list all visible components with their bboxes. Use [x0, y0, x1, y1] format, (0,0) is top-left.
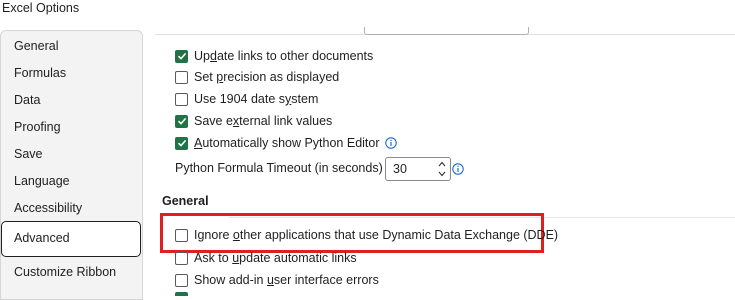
- sidebar-item-general[interactable]: General: [14, 39, 58, 53]
- show-addin-errors-checkbox[interactable]: [175, 273, 188, 287]
- sidebar-item-data[interactable]: Data: [14, 93, 40, 107]
- sidebar-item-formulas[interactable]: Formulas: [14, 66, 66, 80]
- python-timeout-label: Python Formula Timeout (in seconds): [175, 161, 383, 175]
- sidebar-item-proofing[interactable]: Proofing: [14, 120, 61, 134]
- save-external-links-option[interactable]: Save external link values: [175, 113, 332, 129]
- ask-update-links-option[interactable]: Ask to update automatic links: [175, 250, 357, 266]
- spinner-arrows-icon[interactable]: [437, 159, 447, 179]
- show-addin-errors-option[interactable]: Show add-in user interface errors: [175, 272, 379, 288]
- sidebar-item-customize-ribbon[interactable]: Customize Ribbon: [14, 265, 116, 279]
- set-precision-checkbox[interactable]: [175, 70, 188, 84]
- python-timeout-spinner[interactable]: 30: [385, 157, 451, 181]
- window-title: Excel Options: [2, 1, 80, 15]
- update-links-checkbox[interactable]: [175, 49, 188, 63]
- partial-checkbox[interactable]: [175, 292, 188, 296]
- sidebar-item-save[interactable]: Save: [14, 147, 43, 161]
- ignore-dde-checkbox[interactable]: [175, 228, 188, 242]
- ask-update-links-checkbox[interactable]: [175, 251, 188, 265]
- python-editor-option[interactable]: Automatically show Python Editor: [175, 135, 397, 151]
- sidebar-item-accessibility[interactable]: Accessibility: [14, 201, 82, 215]
- date-1904-checkbox[interactable]: [175, 92, 188, 106]
- ignore-dde-option[interactable]: Ignore other applications that use Dynam…: [175, 227, 558, 243]
- update-links-option[interactable]: Update links to other documents: [175, 48, 373, 64]
- partial-input-field[interactable]: [364, 27, 529, 35]
- python-editor-checkbox[interactable]: [175, 136, 188, 150]
- sidebar-item-advanced[interactable]: Advanced: [1, 221, 141, 257]
- timeout-info-icon[interactable]: [452, 163, 464, 178]
- python-timeout-value[interactable]: 30: [393, 162, 407, 176]
- set-precision-option[interactable]: Set precision as displayed: [175, 69, 339, 85]
- save-external-links-checkbox[interactable]: [175, 114, 188, 128]
- sidebar-item-language[interactable]: Language: [14, 174, 70, 188]
- general-section-heading: General: [162, 194, 209, 208]
- info-icon[interactable]: [384, 137, 397, 149]
- date-1904-option[interactable]: Use 1904 date system: [175, 91, 318, 107]
